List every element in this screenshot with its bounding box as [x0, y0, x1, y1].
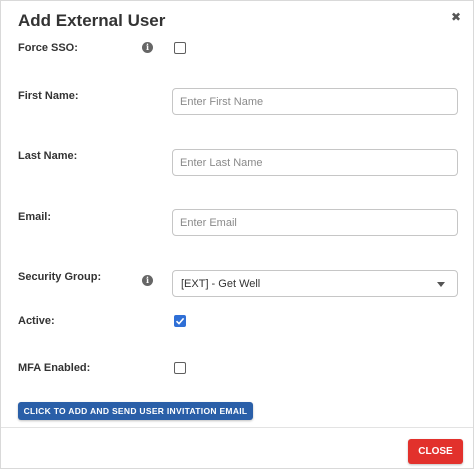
first-name-label: First Name:	[18, 90, 79, 102]
send-invitation-button[interactable]: CLICK TO ADD AND SEND USER INVITATION EM…	[18, 402, 253, 420]
last-name-input[interactable]	[172, 149, 458, 176]
footer-divider	[1, 427, 473, 428]
active-label: Active:	[18, 315, 55, 327]
first-name-input[interactable]	[172, 88, 458, 115]
close-icon[interactable]: ✖	[451, 11, 461, 23]
force-sso-label: Force SSO:	[18, 42, 78, 54]
close-button[interactable]: CLOSE	[408, 439, 463, 464]
info-icon[interactable]: i	[142, 275, 153, 286]
dialog-title: Add External User	[18, 11, 166, 30]
security-group-label: Security Group:	[18, 271, 102, 283]
security-group-select[interactable]: [EXT] - Get Well	[172, 270, 458, 297]
last-name-label: Last Name:	[18, 150, 78, 162]
info-icon[interactable]: i	[142, 42, 153, 53]
active-checkbox[interactable]	[174, 315, 186, 327]
email-input[interactable]	[172, 209, 458, 236]
security-group-selected-value: [EXT] - Get Well	[181, 278, 261, 290]
chevron-down-icon	[437, 282, 445, 287]
mfa-enabled-checkbox[interactable]	[174, 362, 186, 374]
email-label: Email:	[18, 211, 52, 223]
mfa-enabled-label: MFA Enabled:	[18, 362, 91, 374]
checkmark-icon	[175, 317, 185, 325]
force-sso-checkbox[interactable]	[174, 42, 186, 54]
add-external-user-dialog: Add External User ✖ Force SSO: i First N…	[0, 0, 474, 469]
